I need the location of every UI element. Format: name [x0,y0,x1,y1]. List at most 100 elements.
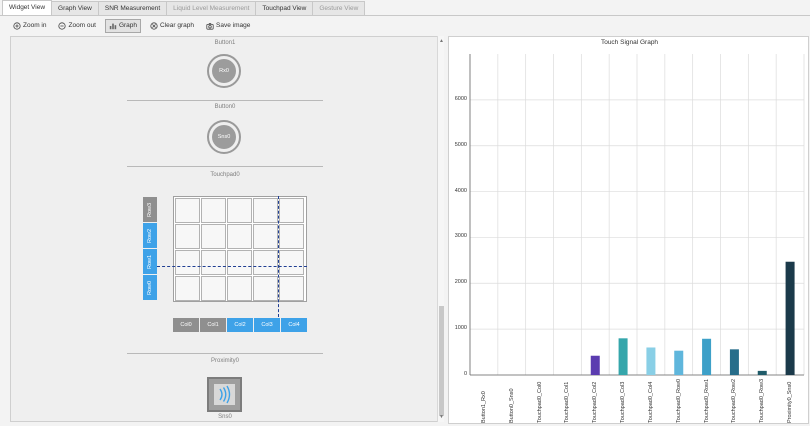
save-image-label: Save image [216,22,251,29]
tab-bar: Widget View Graph View SNR Measurement L… [0,0,810,16]
touchpad-cell [175,198,200,223]
touchpad-cell [227,198,252,223]
y-tick-label: 5000 [454,141,467,148]
zoom-in-label: Zoom in [23,22,47,29]
touchpad-cell [175,276,200,301]
touch-crosshair-horizontal [157,266,307,267]
touchpad-cell [279,250,304,275]
proximity-wave-icon [219,385,231,404]
touchpad-cell [201,198,226,223]
touchpad-cell [227,224,252,249]
touchpad-col-label: Col2 [227,318,253,332]
row-label-text: Row3 [147,202,153,217]
touchpad-cell [279,276,304,301]
touchpad-col-label: Col3 [254,318,280,332]
x-tick-label: Touchpad0_Col4 [647,381,654,423]
touchpad-cell [227,250,252,275]
tab-widget-view[interactable]: Widget View [2,0,53,15]
touchpad-cell [175,250,200,275]
divider [127,353,323,354]
zoom-in-button[interactable]: Zoom in [10,19,49,33]
y-tick-label: 0 [463,371,467,377]
scroll-down-icon[interactable]: ▼ [438,413,445,421]
touchpad-cell [279,198,304,223]
bar-chart-icon [109,23,117,29]
touchpad-col-label: Col1 [200,318,226,332]
widget-scrollbar[interactable]: ▲ ▼ [437,36,444,422]
touchpad-cell [253,224,278,249]
x-tick-label: Proximity0_Sns0 [787,381,794,423]
x-tick-label: Button0_Sns0 [508,388,515,423]
touchpad-cell [201,276,226,301]
x-tick-label: Touchpad0_Row2 [731,378,738,423]
tab-liquid-level-measurement: Liquid Level Measurement [166,1,257,15]
touchpad-cell [175,224,200,249]
touchpad-cell [253,198,278,223]
app-window: Widget View Graph View SNR Measurement L… [0,0,810,426]
toolbar: Zoom in Zoom out Graph Clear graph Save … [0,17,810,34]
zoom-in-icon [13,21,21,30]
touch-crosshair-vertical [278,196,279,317]
scroll-thumb[interactable] [439,306,444,416]
bar-touchpad0-row0 [674,350,684,375]
row-label-text: Row1 [147,254,153,269]
touchpad-col-label: Col0 [173,318,199,332]
touchpad-cell [201,250,226,275]
clear-graph-label: Clear graph [160,22,194,29]
x-tick-label: Touchpad0_Col2 [592,381,599,423]
button0-widget[interactable]: Sns0 [207,120,241,154]
zoom-out-button[interactable]: Zoom out [55,19,98,33]
bar-touchpad0-col4 [646,347,656,375]
x-tick-label: Touchpad0_Col3 [620,381,627,423]
touchpad-cell [253,276,278,301]
bar-touchpad0-row2 [729,349,739,375]
proximity-widget[interactable] [207,377,242,412]
touchpad-row-label: Row1 [143,249,157,274]
proximity-inner [214,384,235,405]
touchpad-row-label: Row3 [143,197,157,222]
proximity-title: Proximity0 [210,358,239,364]
row-label-text: Row2 [147,228,153,243]
x-tick-label: Touchpad0_Col1 [564,381,571,423]
bar-touchpad0-col2 [590,355,600,375]
y-tick-label: 6000 [454,95,467,102]
touchpad-cell [279,224,304,249]
zoom-out-icon [58,21,67,30]
x-tick-label: Touchpad0_Row3 [759,378,766,423]
bar-proximity0-sns0 [785,261,795,375]
clear-graph-button[interactable]: Clear graph [147,19,197,33]
button0-title: Button0 [214,104,236,110]
row-label-text: Row0 [147,280,153,295]
y-tick-label: 1000 [454,325,467,332]
x-tick-label: Touchpad0_Row1 [703,378,710,423]
zoom-out-label: Zoom out [68,22,96,29]
scroll-up-icon[interactable]: ▲ [438,37,445,45]
touchpad-cell [201,224,226,249]
touchpad-title: Touchpad0 [210,172,240,178]
graph-button[interactable]: Graph [104,18,142,33]
touchpad-row-label: Row0 [143,275,157,300]
tab-snr-measurement[interactable]: SNR Measurement [97,1,168,15]
x-tick-label: Button1_Rx0 [480,391,487,423]
save-image-button[interactable]: Save image [203,19,253,33]
tab-touchpad-view[interactable]: Touchpad View [255,1,314,15]
button1-widget[interactable]: Rx0 [207,54,241,88]
touchpad-col-label: Col4 [281,318,307,332]
tab-graph-view[interactable]: Graph View [51,1,99,15]
y-tick-label: 3000 [454,233,467,240]
x-tick-label: Touchpad0_Row0 [675,378,682,423]
touchpad-grid[interactable] [173,196,307,302]
touch-signal-graph-pane: Touch Signal Graph 0 1000 2000 3000 4000 5000… [448,36,809,424]
proximity-sensor-label: Sns0 [218,414,232,420]
bar-touchpad0-col3 [618,338,628,375]
camera-icon [206,22,214,30]
touchpad-row-label: Row2 [143,223,157,248]
clear-icon [150,21,158,30]
button1-sensor-label: Rx0 [212,59,236,83]
x-tick-label: Touchpad0_Col0 [536,381,543,423]
touchpad-cell [227,276,252,301]
y-tick-label: 2000 [454,279,467,286]
divider [127,100,323,101]
touch-signal-chart [469,54,805,376]
widget-view-pane: Button1 Rx0 Button0 Sns0 Touchpad0 Row3 R… [10,36,438,422]
